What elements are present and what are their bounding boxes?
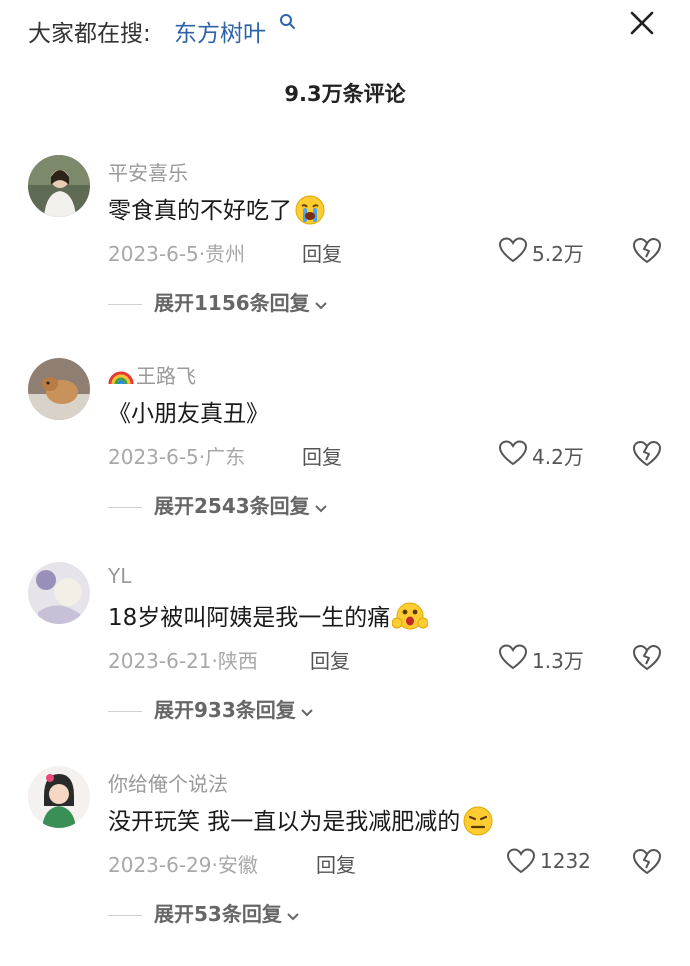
divider-line [108, 915, 142, 916]
avatar[interactable] [28, 155, 90, 217]
trending-search-link[interactable]: 东方树叶 [174, 14, 266, 48]
expand-replies-button[interactable]: 展开1156条回复 [108, 287, 328, 316]
divider-line [108, 507, 142, 508]
reply-button[interactable]: 回复 [316, 849, 356, 878]
comment-text: 没开玩笑 我一直以为是我减肥减的 [108, 802, 494, 837]
like-count: 1232 [540, 849, 591, 873]
broken-heart-icon[interactable] [632, 846, 662, 876]
comment-meta: 2023-6-5·贵州 [108, 242, 246, 266]
like-count: 4.2万 [532, 445, 584, 469]
comment-text: 《小朋友真丑》 [108, 394, 269, 428]
search-icon[interactable] [278, 12, 298, 32]
expand-replies-label: 展开53条回复 [154, 902, 282, 926]
annoyed-face-emoji-icon [463, 806, 493, 836]
comment-username[interactable]: YL [108, 564, 131, 588]
broken-heart-icon[interactable] [632, 642, 662, 672]
avatar[interactable] [28, 358, 90, 420]
divider-line [108, 304, 142, 305]
heart-icon[interactable] [498, 236, 528, 264]
comment-username[interactable]: 王路飞 [108, 360, 196, 389]
comment-username[interactable]: 平安喜乐 [108, 157, 188, 186]
avatar[interactable] [28, 766, 90, 828]
reply-button[interactable]: 回复 [310, 645, 350, 674]
expand-replies-button[interactable]: 展开53条回复 [108, 898, 300, 927]
expand-replies-label: 展开2543条回复 [154, 494, 310, 518]
divider-line [108, 711, 142, 712]
avatar[interactable] [28, 562, 90, 624]
comment-item: 平安喜乐 零食真的不好吃了 2023-6-5·贵州 回复 5.2万 展开1156… [0, 155, 690, 355]
comment-date: 2023-6-5 [108, 242, 199, 266]
heart-icon[interactable] [498, 643, 528, 671]
comments-count-title: 9.3万条评论 [284, 82, 406, 106]
trending-search-label: 大家都在搜: [28, 21, 151, 47]
like-count: 5.2万 [532, 242, 584, 266]
comment-item: 你给俺个说法 没开玩笑 我一直以为是我减肥减的 2023-6-29·安徽 回复 … [0, 766, 690, 966]
heart-icon[interactable] [498, 439, 528, 467]
crying-face-emoji-icon [295, 195, 325, 225]
chevron-down-icon [314, 302, 327, 310]
reply-button[interactable]: 回复 [302, 238, 342, 267]
comment-text-body: 18岁被叫阿姨是我一生的痛 [108, 605, 391, 631]
comment-location: 陕西 [217, 649, 258, 673]
comment-text-body: 《小朋友真丑》 [108, 401, 269, 427]
comment-username-text: 王路飞 [136, 364, 196, 388]
heart-icon[interactable] [506, 847, 536, 875]
shocked-face-emoji-icon [391, 602, 429, 630]
comment-text-body: 零食真的不好吃了 [108, 198, 292, 224]
top-bar: 大家都在搜: 东方树叶 [0, 0, 690, 60]
chevron-down-icon [314, 505, 327, 513]
comment-location: 贵州 [205, 242, 246, 266]
comment-meta: 2023-6-29·安徽 [108, 853, 258, 877]
broken-heart-icon[interactable] [632, 235, 662, 265]
rainbow-emoji-icon [108, 371, 134, 385]
comment-location: 广东 [205, 445, 246, 469]
expand-replies-button[interactable]: 展开2543条回复 [108, 490, 328, 519]
comment-item: 王路飞 《小朋友真丑》 2023-6-5·广东 回复 4.2万 展开2543条回… [0, 358, 690, 558]
comment-text-body: 没开玩笑 我一直以为是我减肥减的 [108, 809, 461, 835]
expand-replies-button[interactable]: 展开933条回复 [108, 694, 314, 723]
comment-item: YL 18岁被叫阿姨是我一生的痛 2023-6-21·陕西 回复 1.3万 展开… [0, 562, 690, 762]
like-count: 1.3万 [532, 649, 584, 673]
reply-button[interactable]: 回复 [302, 441, 342, 470]
close-icon[interactable] [620, 4, 664, 44]
chevron-down-icon [287, 913, 299, 921]
comment-text: 18岁被叫阿姨是我一生的痛 [108, 598, 429, 633]
comment-username[interactable]: 你给俺个说法 [108, 768, 228, 797]
comment-date: 2023-6-21 [108, 649, 212, 673]
comment-location: 安徽 [217, 853, 258, 877]
comment-text: 零食真的不好吃了 [108, 191, 326, 226]
comment-meta: 2023-6-5·广东 [108, 445, 246, 469]
chevron-down-icon [301, 709, 313, 717]
broken-heart-icon[interactable] [632, 438, 662, 468]
comment-date: 2023-6-5 [108, 445, 199, 469]
comment-date: 2023-6-29 [108, 853, 212, 877]
expand-replies-label: 展开933条回复 [154, 698, 296, 722]
expand-replies-label: 展开1156条回复 [154, 291, 310, 315]
comment-meta: 2023-6-21·陕西 [108, 649, 258, 673]
